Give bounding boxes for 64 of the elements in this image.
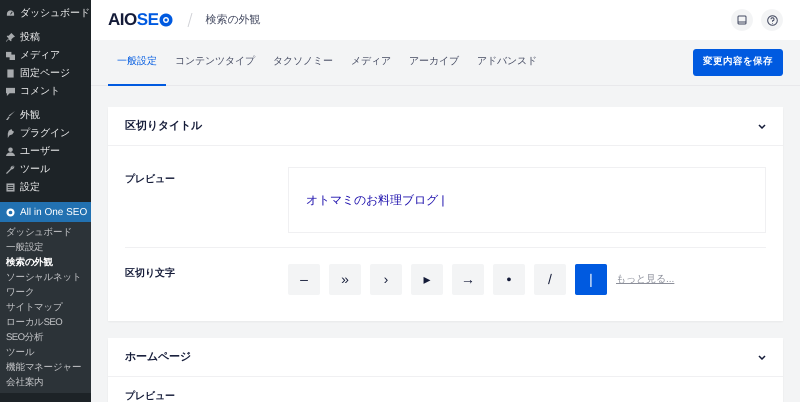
sidebar-item[interactable]: 外観 bbox=[20, 108, 40, 122]
submenu-item[interactable]: 一般設定 bbox=[0, 240, 91, 255]
separator-option[interactable]: » bbox=[329, 264, 361, 295]
tab[interactable]: アドバンスド bbox=[468, 40, 546, 86]
separator-option[interactable]: | bbox=[575, 264, 607, 295]
preview-title: オトマミのお料理ブログ | bbox=[306, 192, 444, 209]
separator-option[interactable]: ▸ bbox=[411, 264, 443, 295]
help-icon bbox=[766, 14, 778, 26]
submenu-item[interactable]: 機能マネージャー bbox=[0, 360, 91, 375]
comment-icon bbox=[6, 86, 15, 96]
tab[interactable]: コンテンツタイプ bbox=[166, 40, 264, 86]
submenu-item[interactable]: 検索の外観 bbox=[0, 255, 91, 270]
inbox-icon bbox=[737, 15, 747, 25]
inbox-button[interactable] bbox=[731, 9, 753, 31]
separator-option[interactable]: / bbox=[534, 264, 566, 295]
logo-text: SE bbox=[136, 9, 158, 32]
sidebar-item[interactable]: メディア bbox=[20, 48, 60, 62]
sidebar-item[interactable]: ダッシュボード bbox=[20, 6, 90, 20]
submenu-item[interactable]: サイトマップ bbox=[0, 300, 91, 315]
tab[interactable]: 一般設定 bbox=[108, 40, 166, 86]
tab[interactable]: アーカイブ bbox=[400, 40, 468, 86]
submenu-item[interactable]: ツール bbox=[0, 345, 91, 360]
separator-option[interactable]: – bbox=[288, 264, 320, 295]
gear-icon bbox=[6, 208, 15, 216]
submenu-item[interactable]: ダッシュボード bbox=[0, 225, 91, 240]
page-icon bbox=[6, 68, 15, 78]
card-title: 区切りタイトル bbox=[125, 118, 202, 134]
gear-icon bbox=[159, 13, 174, 27]
page-title: 検索の外観 bbox=[205, 12, 260, 28]
brush-icon bbox=[6, 110, 15, 120]
pin-icon bbox=[6, 32, 15, 42]
chevron-down-icon[interactable] bbox=[758, 124, 766, 128]
tab[interactable]: タクソノミー bbox=[264, 40, 342, 86]
dashboard-icon bbox=[6, 8, 15, 18]
sidebar-item[interactable]: ユーザー bbox=[20, 144, 60, 158]
sidebar-item[interactable]: ツール bbox=[20, 162, 50, 176]
sidebar-item[interactable]: 投稿 bbox=[20, 30, 40, 44]
field-label: 区切り文字 bbox=[125, 266, 176, 281]
separator-option[interactable]: › bbox=[370, 264, 402, 295]
field-label: プレビュー bbox=[125, 389, 176, 402]
separator-option[interactable]: • bbox=[493, 264, 525, 295]
submenu-item[interactable]: 会社案内 bbox=[0, 375, 91, 390]
chevron-down-icon[interactable] bbox=[758, 354, 766, 360]
help-button[interactable] bbox=[761, 9, 783, 31]
sidebar-item[interactable]: 設定 bbox=[20, 180, 40, 194]
media-icon bbox=[6, 50, 15, 60]
tab[interactable]: メディア bbox=[342, 40, 400, 86]
sidebar-item[interactable]: 固定ページ bbox=[20, 66, 70, 80]
save-button[interactable]: 変更内容を保存 bbox=[693, 49, 783, 76]
settings-icon bbox=[6, 182, 15, 192]
plug-icon bbox=[6, 128, 15, 138]
user-icon bbox=[6, 146, 15, 156]
logo-text: AIO bbox=[108, 9, 137, 32]
divider-slash-icon bbox=[187, 13, 194, 27]
field-label: プレビュー bbox=[125, 172, 176, 187]
submenu-item[interactable]: ソーシャルネットワーク bbox=[0, 270, 91, 300]
submenu-item[interactable]: ローカルSEO bbox=[0, 315, 91, 330]
separator-option[interactable]: → bbox=[452, 264, 484, 295]
sidebar-item[interactable]: All in One SEO bbox=[20, 204, 88, 220]
sidebar-item[interactable]: プラグイン bbox=[20, 126, 70, 140]
card-title: ホームページ bbox=[125, 350, 191, 365]
wrench-icon bbox=[6, 164, 15, 174]
sidebar-item[interactable]: コメント bbox=[20, 84, 60, 98]
submenu-item[interactable]: SEO分析 bbox=[0, 330, 91, 345]
